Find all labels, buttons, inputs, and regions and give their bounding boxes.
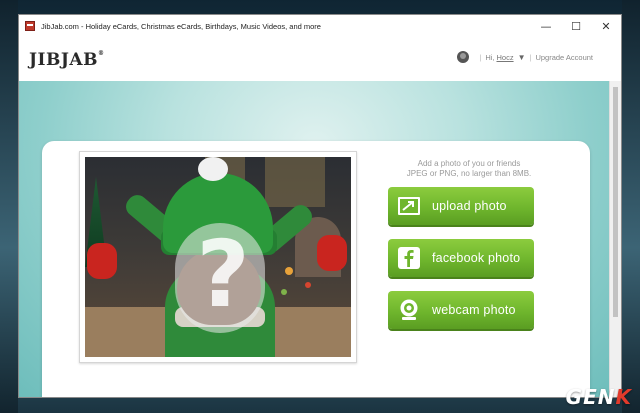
- title-bar[interactable]: JibJab.com - Holiday eCards, Christmas e…: [19, 15, 621, 37]
- light-bokeh: [305, 282, 311, 288]
- elf-mitten-right: [317, 235, 347, 271]
- upload-instructions: Add a photo of you or friends JPEG or PN…: [362, 159, 576, 179]
- upload-photo-button[interactable]: upload photo: [388, 187, 534, 225]
- jibjab-logo[interactable]: JIBJAB®: [29, 50, 104, 70]
- divider: |: [479, 52, 482, 62]
- divider: |: [529, 52, 532, 62]
- elf-mitten-left: [87, 243, 117, 279]
- question-mark-icon: ?: [196, 221, 250, 328]
- photo-preview-frame: ?: [79, 151, 357, 363]
- window-controls: — ☐ ✕: [531, 15, 621, 37]
- photo-upload-card: ? Add a photo of you or friends JPEG or …: [42, 141, 590, 397]
- vertical-scrollbar[interactable]: [609, 81, 621, 397]
- background-window: [265, 157, 325, 207]
- content-area: ? Add a photo of you or friends JPEG or …: [19, 81, 611, 397]
- close-button[interactable]: ✕: [591, 15, 621, 37]
- light-bokeh: [281, 289, 287, 295]
- upgrade-account-link[interactable]: Upgrade Account: [535, 53, 593, 62]
- site-header: JIBJAB® | Hi, Hocz ▼ | Upgrade Account: [19, 37, 621, 81]
- genk-watermark: GENK: [566, 385, 632, 409]
- instructions-line-2: JPEG or PNG, no larger than 8MB.: [406, 169, 532, 178]
- logo-text: JIBJAB: [29, 50, 98, 70]
- facebook-photo-button[interactable]: facebook photo: [388, 239, 534, 277]
- browser-window: JibJab.com - Holiday eCards, Christmas e…: [18, 14, 622, 398]
- app-icon: [25, 21, 35, 31]
- scrollbar-thumb[interactable]: [613, 87, 618, 317]
- elf-preview-image: ?: [85, 157, 351, 357]
- chevron-down-icon[interactable]: ▼: [518, 53, 526, 62]
- webcam-photo-label: webcam photo: [432, 303, 516, 317]
- minimize-button[interactable]: —: [531, 15, 561, 37]
- webcam-icon: [396, 297, 422, 323]
- greeting-text: Hi,: [485, 52, 495, 62]
- username-link[interactable]: Hocz: [496, 53, 513, 62]
- desktop-edge-right: [622, 0, 640, 413]
- watermark-text: GEN: [565, 385, 616, 409]
- maximize-button[interactable]: ☐: [561, 15, 591, 37]
- window-title: JibJab.com - Holiday eCards, Christmas e…: [41, 21, 321, 31]
- facebook-photo-label: facebook photo: [432, 251, 521, 265]
- avatar[interactable]: [457, 51, 470, 63]
- logo-trademark: ®: [97, 50, 105, 57]
- light-bokeh: [285, 267, 293, 275]
- instructions-line-1: Add a photo of you or friends: [417, 159, 521, 168]
- upload-photo-label: upload photo: [432, 199, 507, 213]
- desktop-edge-left: [0, 0, 18, 413]
- user-menu: | Hi, Hocz ▼ | Upgrade Account: [457, 51, 593, 63]
- watermark-accent: K: [615, 385, 632, 409]
- facebook-icon: [396, 245, 422, 271]
- webcam-photo-button[interactable]: webcam photo: [388, 291, 534, 329]
- upload-photo-icon: [396, 193, 422, 219]
- elf-hat-pompom: [198, 157, 228, 181]
